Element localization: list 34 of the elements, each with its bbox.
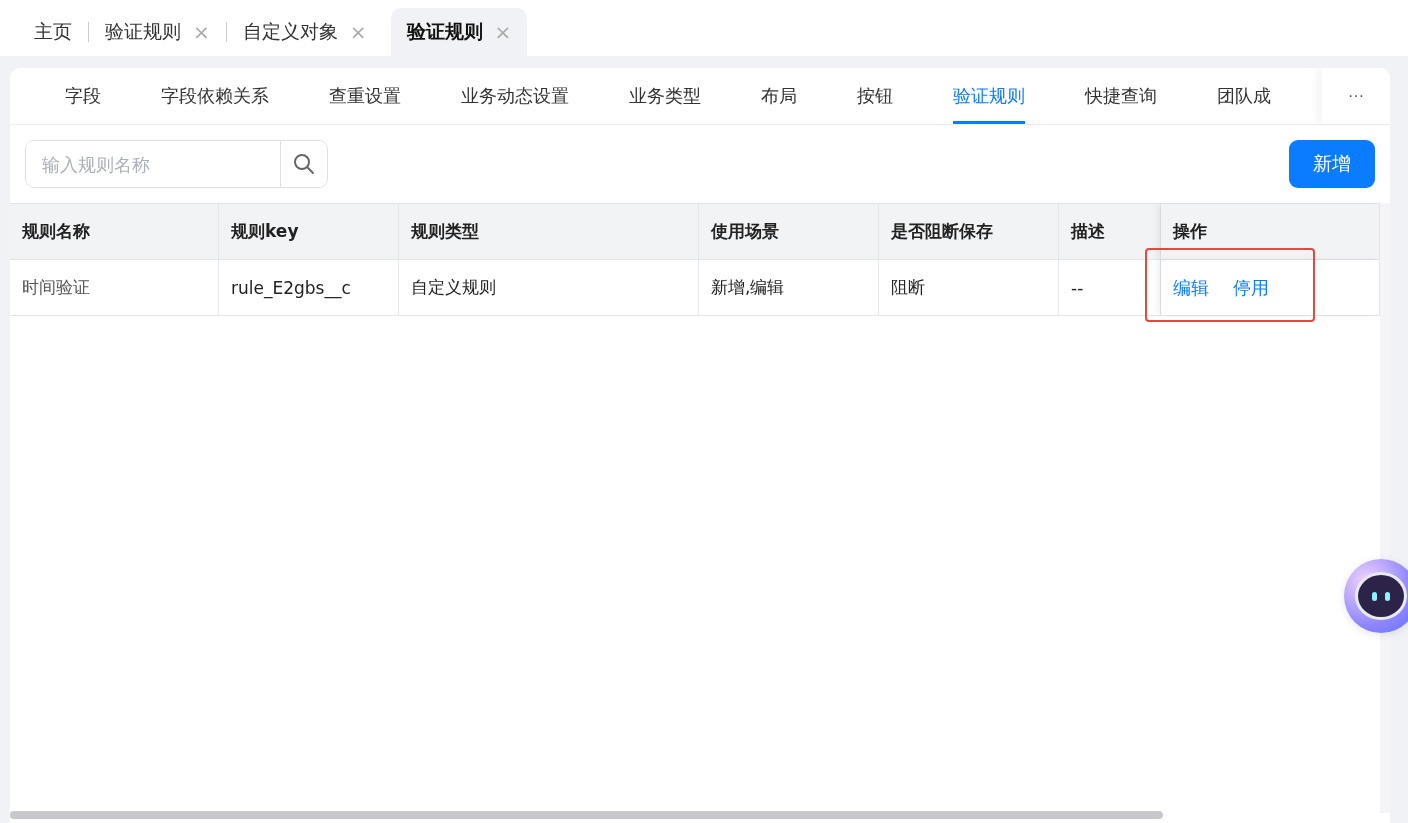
section-tab[interactable]: 布局 xyxy=(761,68,797,124)
section-tab[interactable]: 团队成 xyxy=(1217,68,1271,124)
page-tab[interactable]: 主页 xyxy=(18,8,88,56)
action-link[interactable]: 停用 xyxy=(1233,275,1269,300)
search-field[interactable]: 输入规则名称 xyxy=(25,140,328,188)
section-tab[interactable]: 快捷查询 xyxy=(1085,68,1157,124)
table-cell: 时间验证 xyxy=(10,260,219,315)
page-tab[interactable]: 自定义对象 × xyxy=(226,8,383,56)
table-cell: rule_E2gbs__c xyxy=(219,260,399,315)
column-header: 规则类型 xyxy=(399,204,699,259)
search-button[interactable] xyxy=(280,141,327,187)
action-link[interactable]: 编辑 xyxy=(1173,275,1209,300)
column-header: 操作 xyxy=(1161,204,1380,259)
table-cell: 自定义规则 xyxy=(399,260,699,315)
section-tab[interactable]: 按钮 xyxy=(857,68,893,124)
scrollbar-thumb[interactable] xyxy=(10,811,1163,819)
section-tab[interactable]: 验证规则 xyxy=(953,68,1025,124)
add-button[interactable]: 新增 xyxy=(1289,140,1375,188)
page-tab[interactable]: 验证规则 × xyxy=(390,8,528,56)
table-cell: 阻断 xyxy=(879,260,1059,315)
section-tab[interactable]: 查重设置 xyxy=(329,68,401,124)
column-header: 规则key xyxy=(219,204,399,259)
section-tab[interactable]: 字段 xyxy=(65,68,101,124)
section-tab[interactable]: 字段依赖关系 xyxy=(161,68,269,124)
column-header: 规则名称 xyxy=(10,204,219,259)
table-cell: 新增,编辑 xyxy=(699,260,879,315)
search-icon xyxy=(293,153,315,175)
table-cell: -- xyxy=(1059,260,1161,315)
page-tab[interactable]: 验证规则 × xyxy=(89,8,226,56)
more-button[interactable]: ··· xyxy=(1322,68,1390,124)
column-header: 是否阻断保存 xyxy=(879,204,1059,259)
column-header: 使用场景 xyxy=(699,204,879,259)
section-tab[interactable]: 业务类型 xyxy=(629,68,701,124)
section-tab[interactable]: 业务动态设置 xyxy=(461,68,569,124)
